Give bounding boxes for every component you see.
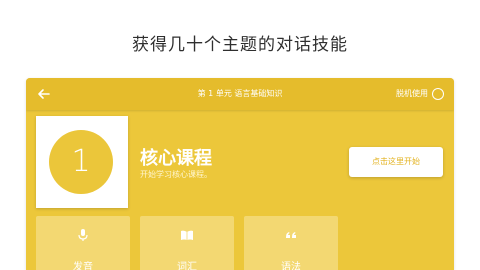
tile-vocabulary[interactable]: 词汇 [140,216,234,270]
promo-headline: 获得几十个主题的对话技能 [132,35,348,55]
top-bar: 第 1 单元 语言基础知识 脱机使用 [26,78,454,110]
unit-card: 1 [36,116,128,208]
course-title: 核心课程 [140,148,212,169]
start-button[interactable]: 点击这里开始 [349,147,443,177]
unit-title: 第 1 单元 语言基础知识 [197,89,283,98]
tile-label: 发音 [73,262,93,270]
unit-number: 1 [49,130,113,194]
microphone-icon [78,229,88,241]
tile-label: 语法 [281,262,301,270]
tile-pronunciation[interactable]: 发音 [36,216,130,270]
quote-icon [286,232,296,238]
course-subtitle: 开始学习核心课程。 [140,170,212,179]
book-icon [181,230,193,240]
offline-toggle[interactable] [432,88,444,100]
tile-grammar[interactable]: 语法 [244,216,338,270]
offline-use-label[interactable]: 脱机使用 [396,78,428,110]
app-screen: 第 1 单元 语言基础知识 脱机使用 1 核心课程 开始学习核心课程。 点击这里… [26,78,454,270]
tile-label: 词汇 [177,262,197,270]
